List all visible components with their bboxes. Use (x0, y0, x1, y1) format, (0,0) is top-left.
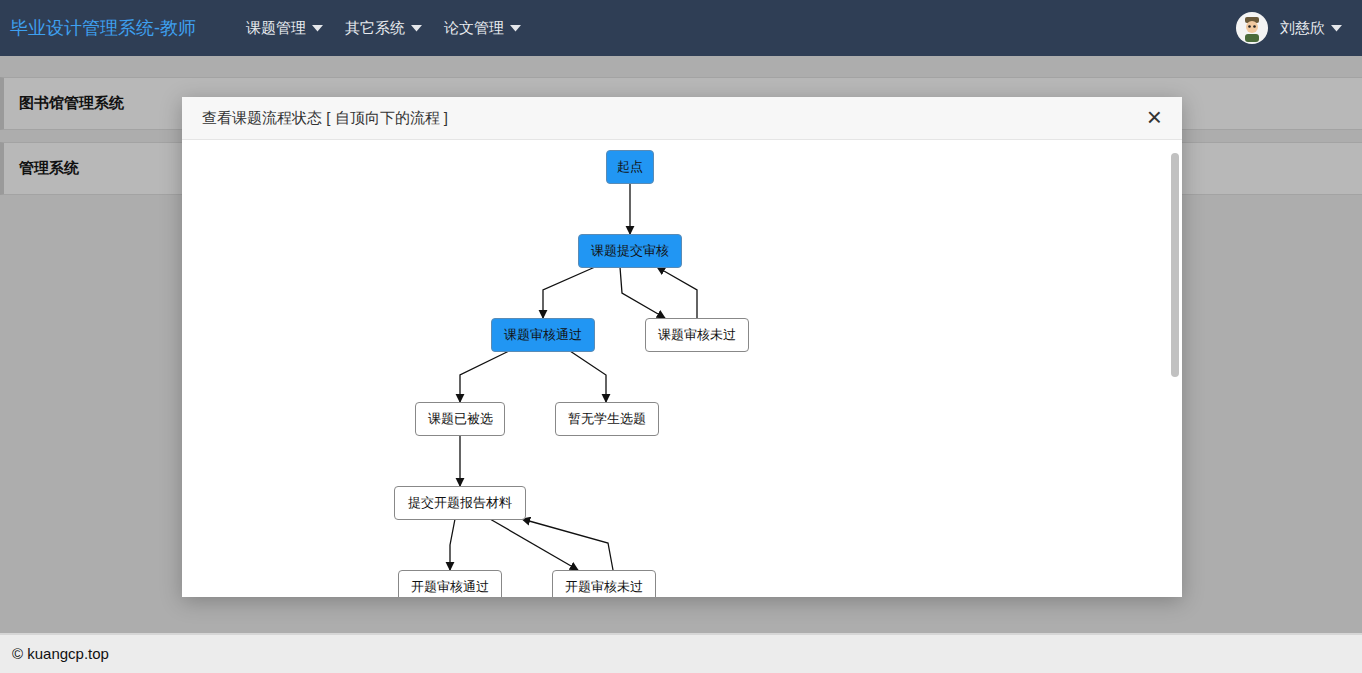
flow-edges (182, 140, 1182, 597)
flow-node[interactable]: 开题审核通过 (398, 570, 502, 597)
caret-icon (312, 25, 323, 32)
flow-node[interactable]: 课题审核未过 (645, 318, 749, 352)
caret-icon (411, 25, 422, 32)
flow-edge (460, 351, 509, 402)
avatar-icon (1236, 12, 1268, 44)
user-menu[interactable]: 刘慈欣 (1236, 12, 1342, 44)
flow-node[interactable]: 提交开题报告材料 (394, 486, 526, 520)
footer: © kuangcp.top (0, 633, 1362, 673)
flow-node[interactable]: 暂无学生选题 (555, 402, 659, 436)
flow-edge (490, 519, 578, 570)
flow-canvas: 起点课题提交审核课题审核通过 课题审核未过课题已被选 暂无学生选题提交开题报告材料开… (182, 140, 1182, 597)
flow-node[interactable]: 课题提交审核 (578, 234, 682, 268)
flow-node[interactable]: 开题审核未过 (552, 570, 656, 597)
modal-header: 查看课题流程状态 [ 自顶向下的流程 ] × (182, 97, 1182, 140)
brand[interactable]: 毕业设计管理系统-教师 (10, 15, 196, 42)
flow-edge (620, 267, 665, 318)
flow-edge (450, 519, 455, 570)
close-button[interactable]: × (1147, 104, 1162, 132)
flow-node[interactable]: 课题审核通过 (491, 318, 595, 352)
flow-edge (522, 519, 613, 570)
nav-menu[interactable]: 课题管理 (246, 17, 323, 40)
app: 毕业设计管理系统-教师课题管理其它系统论文管理刘慈欣图书馆管理系统管理系统查看课… (0, 0, 1362, 673)
main: 图书馆管理系统管理系统查看课题流程状态 [ 自顶向下的流程 ]×起点课题提交审核… (0, 56, 1362, 633)
nav-menu[interactable]: 论文管理 (444, 17, 521, 40)
scrollbar[interactable] (1171, 153, 1179, 377)
flow-edge (629, 183, 630, 234)
caret-icon (510, 25, 521, 32)
navbar: 毕业设计管理系统-教师 课题管理其它系统论文管理 刘慈欣 (0, 0, 1362, 56)
flow-node[interactable]: 课题已被选 (415, 402, 505, 436)
modal: 查看课题流程状态 [ 自顶向下的流程 ] × 起点课题提交审核课题审核通过 课题审核未… (182, 97, 1182, 597)
modal-title: 查看课题流程状态 [ 自顶向下的流程 ] (202, 107, 448, 130)
nav-menu[interactable]: 其它系统 (345, 17, 422, 40)
flow-edge (543, 267, 595, 318)
flow-edge (570, 351, 606, 402)
flow-node[interactable]: 起点 (606, 150, 654, 184)
flow-edge (657, 267, 697, 318)
flow-edge (459, 435, 460, 486)
caret-icon (1331, 25, 1342, 32)
